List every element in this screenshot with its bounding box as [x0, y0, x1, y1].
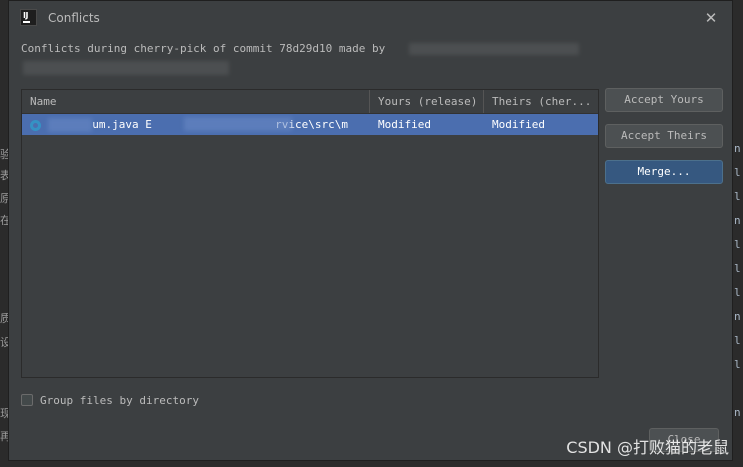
- background-glyph: l: [734, 286, 741, 299]
- column-header-theirs[interactable]: Theirs (cher...: [484, 90, 598, 113]
- group-files-label: Group files by directory: [40, 393, 199, 407]
- merge-button[interactable]: Merge...: [605, 160, 723, 184]
- file-name: um.java E: [92, 118, 152, 131]
- group-files-option[interactable]: Group files by directory: [21, 392, 199, 408]
- conflict-description: Conflicts during cherry-pick of commit 7…: [21, 42, 385, 55]
- column-header-yours[interactable]: Yours (release): [370, 90, 484, 113]
- accept-theirs-button[interactable]: Accept Theirs: [605, 124, 723, 148]
- background-editor-left: 验 表 原 在 质 设 现 再: [0, 0, 11, 467]
- accept-yours-button[interactable]: Accept Yours: [605, 88, 723, 112]
- redacted-message: [23, 61, 229, 75]
- background-glyph: n: [734, 214, 741, 227]
- description-text: Conflicts during cherry-pick of commit 7…: [21, 42, 386, 55]
- background-glyph: n: [734, 142, 741, 155]
- background-glyph: l: [734, 166, 741, 179]
- dialog-title: Conflicts: [48, 11, 100, 25]
- column-header-name[interactable]: Name: [22, 90, 370, 113]
- group-files-checkbox[interactable]: [21, 394, 33, 406]
- background-glyph: l: [734, 190, 741, 203]
- close-icon[interactable]: ✕: [702, 9, 720, 27]
- redacted-path: [184, 117, 292, 131]
- background-glyph: l: [734, 238, 741, 251]
- redacted-filename: [48, 118, 92, 132]
- conflicts-dialog: IJ Conflicts ✕ Conflicts during cherry-p…: [8, 0, 733, 461]
- theirs-status-cell: Modified: [492, 118, 545, 131]
- conflicts-table[interactable]: Name Yours (release) Theirs (cher... um.…: [21, 89, 599, 378]
- background-glyph: l: [734, 262, 741, 275]
- yours-status-cell: Modified: [378, 118, 431, 131]
- background-glyph: l: [734, 358, 741, 371]
- background-glyph: l: [734, 334, 741, 347]
- watermark: CSDN @打败猫的老鼠: [566, 438, 729, 457]
- table-row[interactable]: um.java E rvice\src\m Modified Modified: [22, 114, 598, 135]
- background-glyph: n: [734, 310, 741, 323]
- intellij-app-icon: IJ: [20, 9, 37, 26]
- file-name-cell: um.java E rvice\src\m: [22, 114, 370, 135]
- dialog-titlebar[interactable]: IJ Conflicts ✕: [9, 1, 732, 35]
- table-header: Name Yours (release) Theirs (cher...: [22, 90, 598, 114]
- java-file-icon: [30, 119, 41, 131]
- redacted-author: [409, 43, 579, 55]
- background-glyph: n: [734, 406, 741, 419]
- background-editor-right: n l l n l l l n l l n: [733, 0, 743, 467]
